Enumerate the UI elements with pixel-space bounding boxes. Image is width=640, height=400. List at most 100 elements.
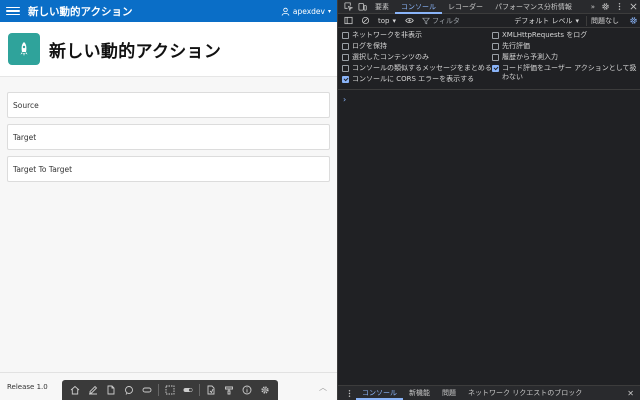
option-label: ネットワークを非表示 <box>352 31 422 39</box>
checkbox-checked[interactable] <box>342 76 349 83</box>
log-level-select[interactable]: デフォルト レベル ▾ <box>510 16 583 26</box>
drawer-tab-request-blocking[interactable]: ネットワーク リクエストのブロック <box>462 386 588 400</box>
close-icon[interactable] <box>626 0 640 14</box>
release-label: Release 1.0 <box>7 382 48 391</box>
toolbar-divider <box>158 384 159 396</box>
option-label: コード評価をユーザー アクションとして扱わない <box>502 64 637 81</box>
drawer-tab-whats-new[interactable]: 新機能 <box>403 386 436 400</box>
edit-application-icon[interactable] <box>86 383 100 397</box>
app-header: 新しい動的アクション apexdev ▾ <box>0 0 337 22</box>
drawer-tabbar: コンソール 新機能 問題 ネットワーク リクエストのブロック ✕ <box>338 385 640 400</box>
log-level-value: デフォルト レベル <box>514 16 573 25</box>
console-settings: ネットワークを非表示 ログを保持 選択したコンテンツのみ コンソールの類似するメ… <box>338 28 640 90</box>
chevron-down-icon: ▾ <box>327 7 331 15</box>
option-hide-network[interactable]: ネットワークを非表示 <box>342 31 492 42</box>
page-icon <box>8 33 40 65</box>
toolbar-divider <box>199 384 200 396</box>
option-label: 先行評価 <box>502 42 530 50</box>
devtools-tabbar: 要素 コンソール レコーダー パフォーマンス分析情報 » <box>338 0 640 14</box>
option-preserve-log[interactable]: ログを保持 <box>342 42 492 53</box>
tab-performance-insights[interactable]: パフォーマンス分析情報 <box>489 0 578 14</box>
user-menu[interactable]: apexdev ▾ <box>281 7 331 16</box>
more-tabs-icon[interactable]: » <box>588 3 598 11</box>
user-icon <box>281 7 290 16</box>
theme-roller-icon[interactable] <box>222 383 236 397</box>
checkbox[interactable] <box>492 32 499 39</box>
info-icon[interactable] <box>240 383 254 397</box>
checkbox[interactable] <box>342 54 349 61</box>
option-label: 履歴から予測入力 <box>502 53 558 61</box>
context-select[interactable]: top ▾ <box>375 17 399 25</box>
option-log-xhr[interactable]: XMLHttpRequests をログ <box>492 31 640 42</box>
clear-console-icon[interactable] <box>358 14 372 28</box>
option-show-cors-errors[interactable]: コンソールに CORS エラーを表示する <box>342 75 492 86</box>
context-value: top <box>378 16 390 25</box>
region-title: Target To Target <box>13 164 73 174</box>
gear-icon[interactable] <box>626 14 640 28</box>
eye-icon[interactable] <box>402 14 416 28</box>
page-title: 新しい動的アクション <box>49 41 222 62</box>
region-target: Target <box>7 124 330 150</box>
option-user-activation-eval[interactable]: コード評価をユーザー アクションとして扱わない <box>492 64 640 82</box>
settings-col-left: ネットワークを非表示 ログを保持 選択したコンテンツのみ コンソールの類似するメ… <box>342 31 492 86</box>
option-label: 選択したコンテンツのみ <box>352 53 429 61</box>
drawer-tab-issues[interactable]: 問題 <box>436 386 462 400</box>
filter-placeholder: フィルタ <box>432 16 460 25</box>
back-to-top-icon[interactable]: ︿ <box>319 382 327 393</box>
hamburger-menu-icon[interactable] <box>6 6 20 16</box>
devtools-tab-actions: » <box>588 0 640 14</box>
home-icon[interactable] <box>68 383 82 397</box>
option-eager-evaluation[interactable]: 先行評価 <box>492 42 640 53</box>
view-debug-icon[interactable] <box>140 383 154 397</box>
region-target-to-target: Target To Target <box>7 156 330 182</box>
region-source: Source <box>7 92 330 118</box>
tab-elements[interactable]: 要素 <box>369 0 395 14</box>
chevron-down-icon: ▾ <box>575 16 579 25</box>
tab-recorder[interactable]: レコーダー <box>442 0 489 14</box>
region-title: Target <box>13 132 37 142</box>
sidebar-toggle-icon[interactable] <box>341 14 355 28</box>
issues-button[interactable]: 問題なし <box>586 15 623 26</box>
edit-page-icon[interactable] <box>104 383 118 397</box>
quick-edit-icon[interactable] <box>163 383 177 397</box>
region-title: Source <box>13 100 39 110</box>
inspect-element-icon[interactable] <box>341 0 355 14</box>
debug-toggle-icon[interactable] <box>181 383 195 397</box>
checkbox[interactable] <box>342 32 349 39</box>
sql-icon[interactable] <box>204 383 218 397</box>
option-group-similar[interactable]: コンソールの類似するメッセージをまとめる <box>342 64 492 75</box>
session-icon[interactable] <box>122 383 136 397</box>
kebab-menu-icon[interactable] <box>342 386 356 400</box>
developer-toolbar <box>62 380 278 400</box>
checkbox[interactable] <box>492 43 499 50</box>
filter-icon <box>422 17 430 24</box>
gear-icon[interactable] <box>598 0 612 14</box>
gear-icon[interactable] <box>258 383 272 397</box>
rocket-icon <box>20 42 28 56</box>
option-label: ログを保持 <box>352 42 387 50</box>
username: apexdev <box>292 6 325 16</box>
option-autocomplete-history[interactable]: 履歴から予測入力 <box>492 53 640 64</box>
option-label: XMLHttpRequests をログ <box>502 31 588 39</box>
kebab-menu-icon[interactable] <box>612 0 626 14</box>
drawer-tab-console[interactable]: コンソール <box>356 386 403 400</box>
option-selected-context-only[interactable]: 選択したコンテンツのみ <box>342 53 492 64</box>
close-icon[interactable]: ✕ <box>627 389 634 398</box>
chevron-down-icon: ▾ <box>392 16 396 25</box>
page-hero: 新しい動的アクション <box>0 22 337 77</box>
apex-app: 新しい動的アクション apexdev ▾ 新しい動的アクション Source T… <box>0 0 337 400</box>
console-toolbar: top ▾ フィルタ デフォルト レベル ▾ 問題なし <box>338 14 640 28</box>
option-label: コンソールの類似するメッセージをまとめる <box>352 64 492 72</box>
checkbox[interactable] <box>492 54 499 61</box>
checkbox[interactable] <box>342 65 349 72</box>
app-title[interactable]: 新しい動的アクション <box>28 4 281 19</box>
console-output[interactable]: › <box>338 93 640 385</box>
checkbox-checked[interactable] <box>492 65 499 72</box>
device-toolbar-icon[interactable] <box>355 0 369 14</box>
filter-input[interactable]: フィルタ <box>419 15 508 26</box>
tab-console[interactable]: コンソール <box>395 0 442 14</box>
settings-col-right: XMLHttpRequests をログ 先行評価 履歴から予測入力 コード評価を… <box>492 31 640 86</box>
console-prompt[interactable]: › <box>343 95 346 104</box>
checkbox[interactable] <box>342 43 349 50</box>
option-label: コンソールに CORS エラーを表示する <box>352 75 475 83</box>
